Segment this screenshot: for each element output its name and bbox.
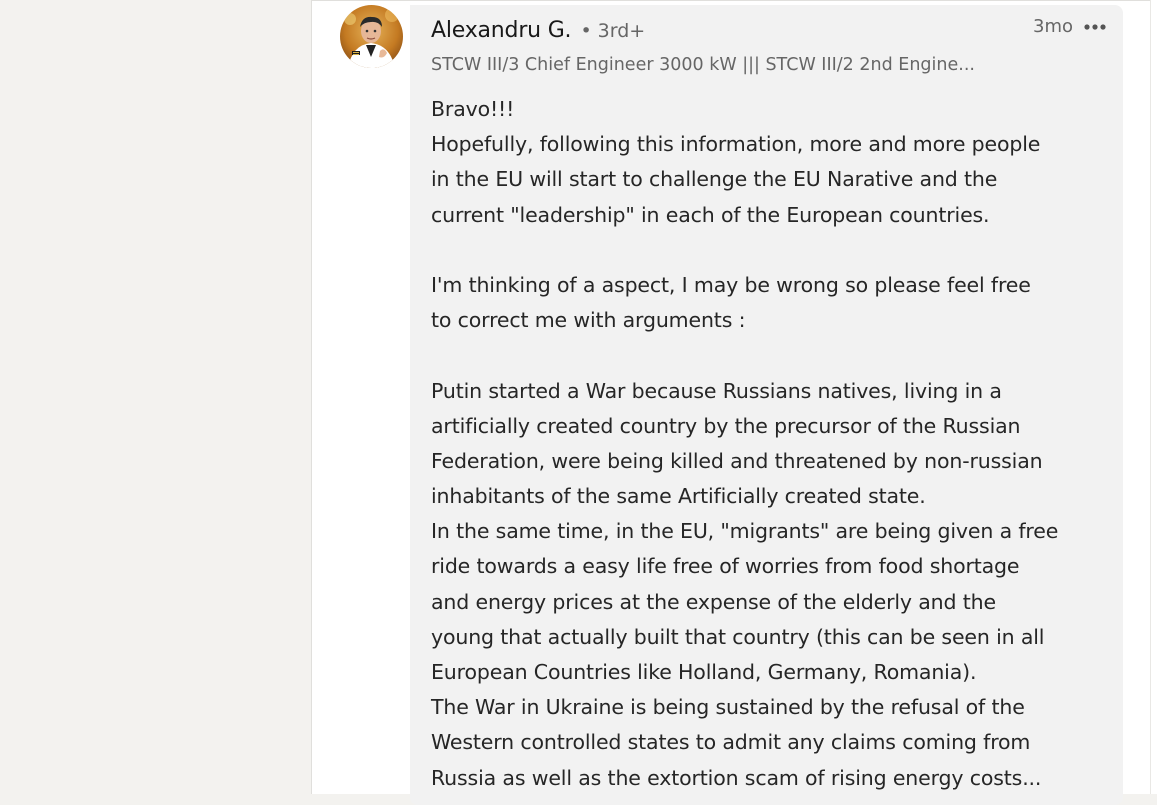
comment-line: to correct me with arguments : [431, 308, 746, 333]
comment-line: ride towards a easy life free of worries… [431, 554, 1020, 579]
comment-timestamp: 3mo [1033, 16, 1073, 37]
comment-line: European Countries like Holland, Germany… [431, 660, 977, 684]
paragraph-break [431, 338, 1111, 373]
comment-line: young that actually built that country (… [431, 624, 1045, 649]
comment-line: Hopefully, following this information, m… [431, 132, 1041, 157]
author-headline[interactable]: STCW III/3 Chief Engineer 3000 kW ||| ST… [431, 52, 1031, 78]
comment-line: In the same time, in the EU, "migrants" … [431, 519, 1059, 544]
author-row: Alexandru G. • 3rd+ [431, 16, 645, 47]
comment-line: Federation, were being killed and threat… [431, 448, 1043, 473]
avatar[interactable] [340, 5, 403, 68]
avatar-photo [340, 5, 403, 68]
comment-line: in the EU will start to challenge the EU… [431, 167, 998, 192]
comment-text: Bravo!!! Hopefully, following this infor… [431, 92, 1111, 796]
ellipsis-icon [1084, 24, 1106, 30]
comment-line: I'm thinking of a aspect, I may be wrong… [431, 272, 1031, 297]
comment-line: artificially created country by the prec… [431, 413, 1021, 438]
more-options-button[interactable] [1082, 14, 1108, 40]
comment-line: Western controlled states to admit any c… [431, 730, 1031, 755]
comment-line: Putin started a War because Russians nat… [431, 378, 1002, 403]
comment-line: The War in Ukraine is being sustained by… [431, 695, 1025, 720]
scrollbar-track[interactable] [1150, 0, 1157, 794]
comment-line: Russia as well as the extortion scam of … [431, 765, 1042, 790]
comment-line: current "leadership" in each of the Euro… [431, 202, 990, 227]
comment-line: Bravo!!! [431, 97, 515, 121]
comment-line: and energy prices at the expense of the … [431, 589, 996, 614]
comment-line: inhabitants of the same Artificially cre… [431, 484, 926, 509]
author-name[interactable]: Alexandru G. [431, 18, 572, 43]
paragraph-break [431, 233, 1111, 268]
connection-degree: • 3rd+ [580, 20, 646, 42]
